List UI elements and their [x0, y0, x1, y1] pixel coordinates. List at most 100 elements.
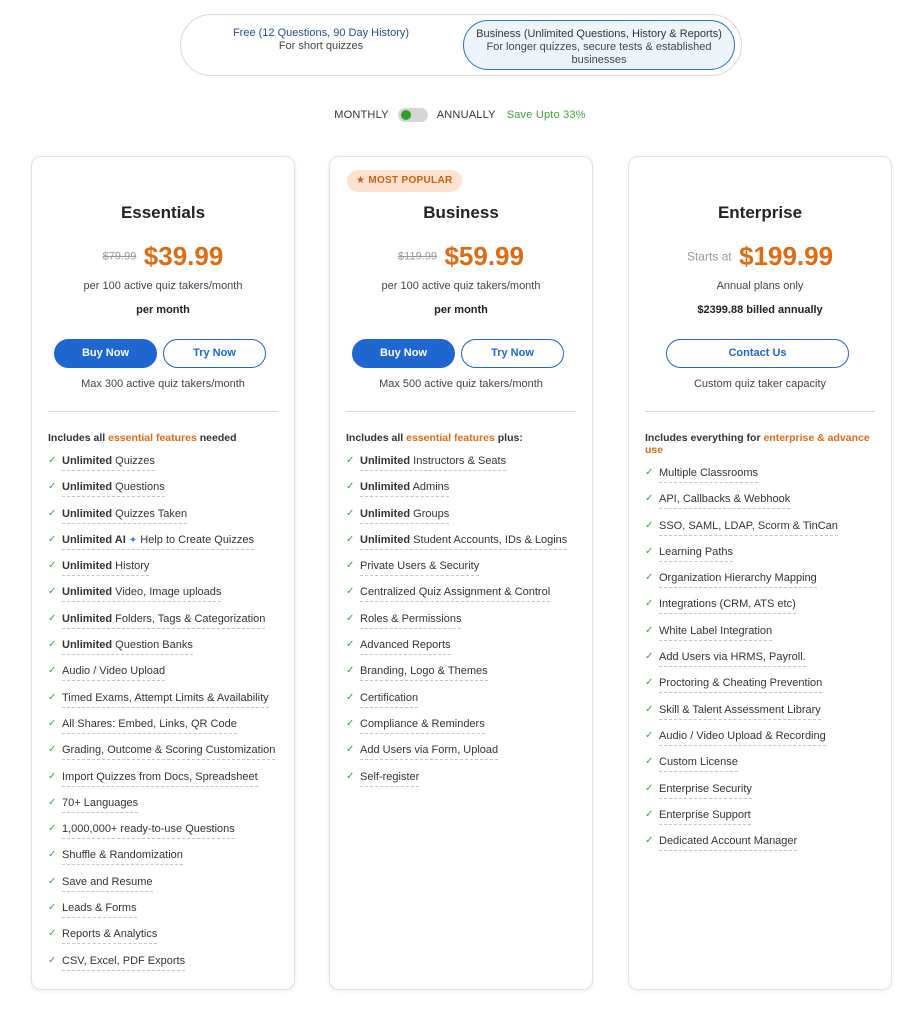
feature-item: ✓ Audio / Video Upload [48, 665, 288, 691]
feature-bold-text: Unlimited [62, 586, 113, 599]
feature-item: ✓ Audio / Video Upload & Recording [645, 729, 885, 756]
feature-text[interactable]: Multiple Classrooms [659, 467, 759, 483]
old-price: $119.99 [398, 250, 437, 263]
current-price: $199.99 [739, 241, 834, 271]
contact-us-button[interactable]: Contact Us [666, 339, 849, 368]
ai-sparkle-icon: ✦ [128, 534, 138, 546]
feature-text[interactable]: Organization Hierarchy Mapping [659, 572, 817, 589]
feature-text[interactable]: Custom License [659, 756, 738, 773]
feature-text[interactable]: White Label Integration [659, 624, 773, 641]
feature-list: ✓ Unlimited Instructors & Seats ✓ Unlimited… [346, 455, 586, 797]
feature-text[interactable]: Save and Resume [62, 875, 153, 892]
check-icon: ✓ [346, 665, 355, 677]
feature-text[interactable]: Centralized Quiz Assignment & Control [360, 586, 551, 603]
feature-text[interactable]: Integrations (CRM, ATS etc) [659, 598, 796, 615]
feature-text[interactable]: Import Quizzes from Docs, Spreadsheet [62, 770, 258, 787]
feature-label: Certification [360, 691, 419, 704]
billing-toggle[interactable] [397, 108, 428, 122]
feature-text[interactable]: SSO, SAML, LDAP, Scorm & TinCan [659, 519, 838, 536]
try-now-button[interactable]: Try Now [461, 339, 564, 368]
feature-text[interactable]: API, Callbacks & Webhook [659, 493, 791, 510]
feature-item: ✓ Timed Exams, Attempt Limits & Availabil… [48, 691, 288, 718]
billing-period: $2399.88 billed annually [697, 304, 823, 316]
feature-bold-text: Unlimited [360, 455, 411, 467]
feature-text[interactable]: Audio / Video Upload & Recording [659, 729, 826, 746]
includes-highlight-link[interactable]: essential features [406, 432, 495, 444]
includes-highlight-link[interactable]: essential features [108, 432, 197, 444]
monthly-label[interactable]: MONTHLY [334, 109, 388, 121]
feature-item: ✓ Skill & Talent Assessment Library [645, 703, 885, 730]
feature-item: ✓ Unlimited Quizzes [48, 455, 288, 481]
feature-text[interactable]: Branding, Logo & Themes [360, 665, 488, 682]
check-icon: ✓ [48, 560, 57, 572]
feature-text[interactable]: Leads & Forms [62, 902, 137, 919]
check-icon: ✓ [48, 849, 57, 861]
annually-label[interactable]: ANNUALLY [437, 109, 496, 121]
feature-label: Questions [112, 481, 165, 494]
feature-text[interactable]: Shuffle & Randomization [62, 849, 183, 866]
feature-text[interactable]: Proctoring & Cheating Prevention [659, 677, 823, 694]
feature-text[interactable]: Advanced Reports [360, 639, 451, 656]
feature-item: ✓ Learning Paths [645, 545, 885, 572]
feature-item: ✓ Organization Hierarchy Mapping [645, 572, 885, 598]
feature-item: ✓ Compliance & Reminders [346, 717, 586, 744]
feature-label: Save and Resume [62, 875, 153, 888]
feature-text[interactable]: 1,000,000+ ready-to-use Questions [62, 823, 235, 840]
feature-text[interactable]: Unlimited AI ✦ Help to Create Quizzes [62, 533, 254, 550]
feature-item: ✓ Unlimited Groups [346, 507, 586, 534]
feature-item: ✓ Unlimited Instructors & Seats [346, 455, 586, 481]
feature-text[interactable]: CSV, Excel, PDF Exports [62, 954, 186, 971]
feature-list: ✓ Unlimited Quizzes ✓ Unlimited Questions ✓ U… [48, 455, 288, 981]
price-row: Starts at $199.99 [629, 241, 891, 272]
feature-item: ✓ Reports & Analytics [48, 928, 288, 954]
feature-text[interactable]: All Shares: Embed, Links, QR Code [62, 717, 237, 734]
check-icon: ✓ [645, 651, 654, 663]
feature-text[interactable]: Skill & Talent Assessment Library [659, 703, 821, 720]
feature-item: ✓ Roles & Permissions [346, 612, 586, 639]
feature-label: Reports & Analytics [62, 928, 158, 941]
feature-text[interactable]: Compliance & Reminders [360, 717, 485, 734]
feature-text[interactable]: Dedicated Account Manager [659, 835, 798, 852]
feature-label: History [112, 560, 150, 573]
feature-text[interactable]: Audio / Video Upload [62, 665, 166, 682]
plan-option-free[interactable]: Free (12 Questions, 90 Day History) For … [201, 27, 441, 53]
check-icon: ✓ [48, 665, 57, 677]
feature-text[interactable]: Private Users & Security [360, 560, 480, 577]
plan-option-business[interactable]: Business (Unlimited Questions, History &… [463, 20, 735, 70]
feature-text[interactable]: Learning Paths [659, 545, 733, 562]
feature-text[interactable]: Add Users via Form, Upload [360, 744, 499, 761]
feature-text[interactable]: Unlimited Quizzes Taken [62, 507, 188, 524]
feature-label: Private Users & Security [360, 560, 480, 573]
feature-text[interactable]: Unlimited Folders, Tags & Categorization [62, 612, 266, 629]
feature-text[interactable]: Reports & Analytics [62, 928, 158, 945]
check-icon: ✓ [48, 586, 57, 598]
feature-text[interactable]: Unlimited Question Banks [62, 639, 193, 656]
feature-text[interactable]: Timed Exams, Attempt Limits & Availabili… [62, 691, 269, 708]
feature-text[interactable]: Grading, Outcome & Scoring Customization [62, 744, 276, 761]
feature-text[interactable]: Unlimited Video, Image uploads [62, 586, 222, 603]
feature-item: ✓ Grading, Outcome & Scoring Customizatio… [48, 744, 288, 770]
feature-text[interactable]: 70+ Languages [62, 796, 139, 813]
check-icon: ✓ [645, 572, 654, 584]
feature-text[interactable]: Add Users via HRMS, Payroll. [659, 651, 806, 668]
feature-label: Roles & Permissions [360, 612, 462, 625]
feature-text[interactable]: Unlimited Student Accounts, IDs & Logins [360, 533, 568, 550]
feature-text[interactable]: Unlimited Questions [62, 481, 165, 498]
feature-text[interactable]: Unlimited Groups [360, 507, 450, 524]
buy-now-button[interactable]: Buy Now [352, 339, 455, 368]
feature-text[interactable]: Certification [360, 691, 419, 708]
buy-now-button[interactable]: Buy Now [54, 339, 157, 368]
feature-text[interactable]: Enterprise Security [659, 782, 752, 799]
starts-at-label: Starts at [686, 249, 732, 264]
feature-text[interactable]: Unlimited Quizzes [62, 455, 155, 471]
feature-text[interactable]: Self-register [360, 770, 420, 787]
check-icon: ✓ [48, 875, 57, 887]
feature-text[interactable]: Unlimited Admins [360, 481, 450, 498]
try-now-button[interactable]: Try Now [163, 339, 266, 368]
feature-text[interactable]: Enterprise Support [659, 808, 751, 825]
feature-text[interactable]: Roles & Permissions [360, 612, 462, 629]
check-icon: ✓ [645, 729, 654, 741]
feature-text[interactable]: Unlimited History [62, 560, 150, 577]
check-icon: ✓ [645, 808, 654, 820]
feature-text[interactable]: Unlimited Instructors & Seats [360, 455, 507, 471]
